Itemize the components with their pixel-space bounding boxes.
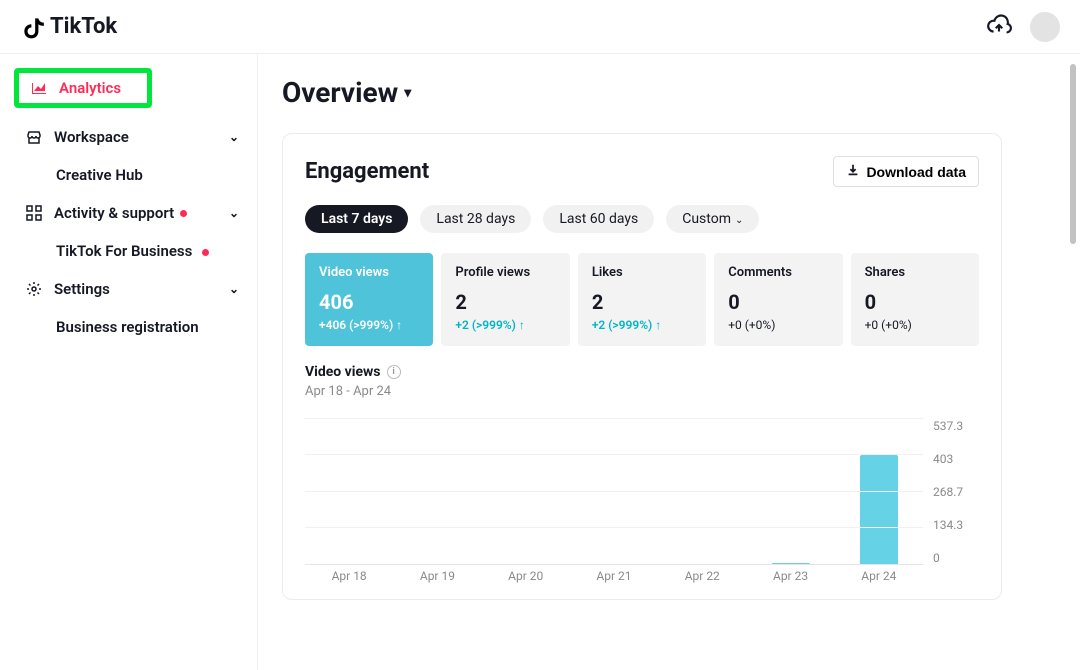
sidebar-item-tiktok-business[interactable]: TikTok For Business bbox=[14, 232, 249, 270]
engagement-card: Engagement Download data Last 7 days Las… bbox=[282, 133, 1002, 600]
metric-video-views[interactable]: Video views 406 +406 (>999%) bbox=[305, 253, 433, 346]
chevron-down-icon: ⌄ bbox=[229, 282, 239, 296]
main-content: Overview ▾ Engagement Download data Last… bbox=[258, 54, 1080, 670]
download-data-button[interactable]: Download data bbox=[833, 156, 979, 187]
sidebar-item-creative-hub[interactable]: Creative Hub bbox=[14, 156, 249, 194]
y-tick: 0 bbox=[933, 551, 940, 565]
chevron-down-icon: ⌄ bbox=[229, 206, 239, 220]
bar-col bbox=[658, 419, 746, 564]
active-highlight-box: Analytics bbox=[14, 68, 152, 108]
bar-col bbox=[393, 419, 481, 564]
metric-comments[interactable]: Comments 0 +0 (+0%) bbox=[714, 253, 842, 346]
card-title: Engagement bbox=[305, 159, 429, 184]
y-tick: 134.3 bbox=[933, 518, 963, 532]
range-7-days[interactable]: Last 7 days bbox=[305, 205, 408, 233]
page-title-text: Overview bbox=[282, 76, 398, 109]
sidebar-item-business-reg[interactable]: Business registration bbox=[14, 308, 249, 346]
chart-icon bbox=[29, 80, 49, 96]
sidebar-label-activity: Activity & support bbox=[54, 204, 174, 222]
caret-down-icon: ▾ bbox=[404, 85, 411, 101]
chart-section: Video views i Apr 18 - Apr 24 537.3 403 26… bbox=[305, 364, 979, 589]
page-title-dropdown[interactable]: Overview ▾ bbox=[282, 76, 1080, 109]
gear-icon bbox=[24, 281, 44, 297]
store-icon bbox=[24, 129, 44, 145]
chevron-down-icon: ⌄ bbox=[735, 215, 743, 226]
bar bbox=[772, 563, 810, 564]
x-tick: Apr 18 bbox=[305, 569, 393, 589]
bar-col bbox=[570, 419, 658, 564]
bar-col bbox=[482, 419, 570, 564]
sidebar: Analytics Workspace ⌄ Creative Hub Activ… bbox=[0, 54, 258, 670]
date-range-pills: Last 7 days Last 28 days Last 60 days Cu… bbox=[305, 205, 979, 233]
download-label: Download data bbox=[866, 164, 966, 180]
y-tick: 537.3 bbox=[933, 419, 963, 433]
x-tick: Apr 22 bbox=[658, 569, 746, 589]
scrollbar[interactable] bbox=[1070, 64, 1076, 244]
sidebar-label-business-reg: Business registration bbox=[56, 318, 199, 336]
x-tick: Apr 24 bbox=[835, 569, 923, 589]
sidebar-item-settings[interactable]: Settings ⌄ bbox=[14, 270, 249, 308]
sidebar-label-settings: Settings bbox=[54, 280, 110, 298]
sidebar-item-workspace[interactable]: Workspace ⌄ bbox=[14, 118, 249, 156]
metric-shares[interactable]: Shares 0 +0 (+0%) bbox=[851, 253, 979, 346]
top-bar: TikTok bbox=[0, 0, 1080, 54]
video-views-chart: 537.3403268.7134.30 Apr 18Apr 19Apr 20Ap… bbox=[305, 419, 979, 589]
tiktok-logo-icon bbox=[20, 14, 46, 40]
y-tick: 403 bbox=[933, 452, 953, 466]
bar bbox=[860, 455, 898, 564]
user-avatar[interactable] bbox=[1030, 12, 1060, 42]
sidebar-label-creative-hub: Creative Hub bbox=[56, 166, 143, 184]
chevron-down-icon: ⌄ bbox=[229, 130, 239, 144]
y-tick: 268.7 bbox=[933, 485, 963, 499]
bar-col bbox=[305, 419, 393, 564]
sidebar-label-analytics: Analytics bbox=[59, 79, 121, 97]
chart-subtitle: Apr 18 - Apr 24 bbox=[305, 384, 979, 399]
brand-logo[interactable]: TikTok bbox=[20, 14, 117, 40]
notification-dot bbox=[180, 210, 187, 217]
x-tick: Apr 20 bbox=[482, 569, 570, 589]
x-tick: Apr 19 bbox=[393, 569, 481, 589]
chart-title-text: Video views bbox=[305, 364, 381, 380]
range-60-days[interactable]: Last 60 days bbox=[543, 205, 654, 233]
cloud-upload-icon[interactable] bbox=[986, 12, 1012, 42]
bar-col bbox=[746, 419, 834, 564]
brand-text: TikTok bbox=[50, 14, 117, 39]
sidebar-item-activity[interactable]: Activity & support ⌄ bbox=[14, 194, 249, 232]
sidebar-label-tiktok-business: TikTok For Business bbox=[56, 242, 192, 260]
metric-profile-views[interactable]: Profile views 2 +2 (>999%) bbox=[441, 253, 569, 346]
x-tick: Apr 21 bbox=[570, 569, 658, 589]
range-custom[interactable]: Custom⌄ bbox=[666, 205, 759, 233]
info-icon[interactable]: i bbox=[387, 365, 401, 379]
grid-icon bbox=[24, 205, 44, 221]
bar-col bbox=[835, 419, 923, 564]
sidebar-item-analytics[interactable]: Analytics bbox=[19, 73, 147, 103]
sidebar-label-workspace: Workspace bbox=[54, 128, 129, 146]
metrics-row: Video views 406 +406 (>999%) Profile vie… bbox=[305, 253, 979, 346]
notification-dot bbox=[202, 249, 209, 256]
download-icon bbox=[846, 163, 860, 180]
range-28-days[interactable]: Last 28 days bbox=[420, 205, 531, 233]
x-tick: Apr 23 bbox=[746, 569, 834, 589]
metric-likes[interactable]: Likes 2 +2 (>999%) bbox=[578, 253, 706, 346]
